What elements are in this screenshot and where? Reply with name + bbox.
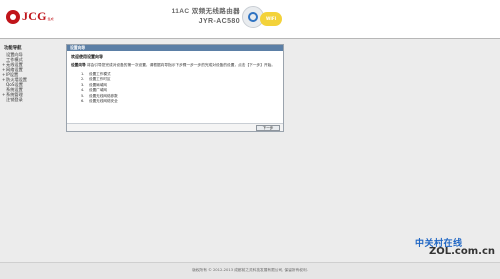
brand-mark-icon <box>6 9 20 24</box>
product-model: JYR-AC580 <box>198 18 240 25</box>
intro-paragraph: 设置向导 将会引导您完成对设备的第一次设置，请根据向导指示下步骤一步一步的完成对… <box>71 63 279 69</box>
watermark-url: ZOL.com.cn <box>429 246 495 257</box>
steps-list: 1. 设置工作模式 2. 设置工作时区 3. 设置局域网 4. 设置广域网 5. 设置无线… <box>71 72 279 105</box>
sidebar: 功能导航 设置向导 工作模式 无线设置 网络设置 IP设置 防火墙设置 QoS设… <box>0 39 60 261</box>
header: JCG 集成 11AC 双频无线路由器 JYR-AC580 WIFI <box>0 0 500 38</box>
panel-footer: 下一步 <box>67 123 283 131</box>
step-text: 设置工作模式 <box>89 71 111 76</box>
step-text: 设置无线网络安全 <box>89 99 118 103</box>
brand-name: JCG <box>22 9 47 23</box>
product-title: 11AC 双频无线路由器 <box>171 8 240 15</box>
intro-label: 设置向导 <box>71 63 86 67</box>
next-button[interactable]: 下一步 <box>256 125 280 131</box>
step-text: 设置广域网 <box>89 88 107 92</box>
product-info: 11AC 双频无线路由器 JYR-AC580 <box>150 5 240 25</box>
step-text: 设置工作时区 <box>89 77 111 81</box>
step-text: 设置无线网络参数 <box>89 93 118 98</box>
copyright-text: 版权所有 © 2012-2013 成都前之灵科技发展有限公司, 保留所有权利. <box>192 268 308 272</box>
watermark: 中关村在线 ZOL.com.cn <box>415 236 495 262</box>
sidebar-item-logout[interactable]: 注销登录 <box>0 97 60 102</box>
welcome-heading: 欢迎使用设置向导 <box>71 54 103 59</box>
brand-logo: JCG 集成 <box>6 9 54 24</box>
sidebar-list: 设置向导 工作模式 无线设置 网络设置 IP设置 防火墙设置 QoS设置 系统设… <box>0 52 60 102</box>
header-divider <box>0 38 500 39</box>
step-text: 设置局域网 <box>89 82 107 87</box>
setup-wizard-panel: 设置向导 欢迎使用设置向导 设置向导 将会引导您完成对设备的第一次设置，请根据向… <box>66 44 284 132</box>
step-number: 6. <box>81 99 85 103</box>
intro-text: 将会引导您完成对设备的第一次设置，请根据向导指示下步骤一步一步的完成对设备的设置… <box>86 63 275 67</box>
brand-sub: 集成 <box>47 17 54 21</box>
wifi-badge: WIFI <box>260 12 282 26</box>
step-item: 6. 设置无线网络安全 <box>81 99 279 105</box>
footer: 版权所有 © 2012-2013 成都前之灵科技发展有限公司, 保留所有权利. <box>0 262 500 279</box>
panel-body: 欢迎使用设置向导 设置向导 将会引导您完成对设备的第一次设置，请根据向导指示下步… <box>67 51 283 105</box>
sidebar-title: 功能导航 <box>4 46 22 51</box>
